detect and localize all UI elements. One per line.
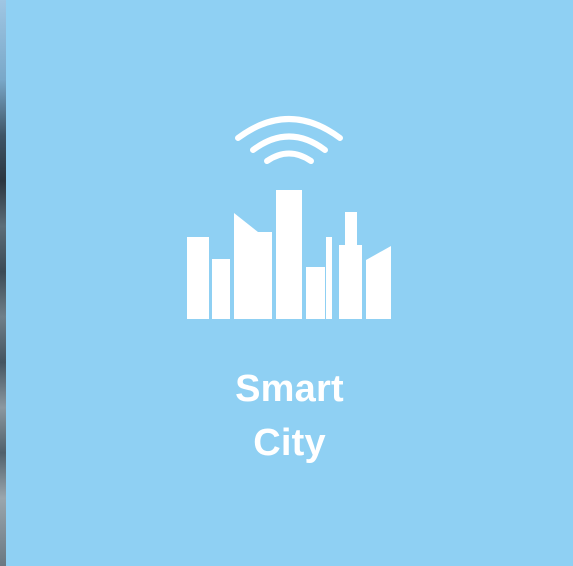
page: Smart City [0,0,573,566]
wifi-arc-inner [264,150,314,164]
wifi-arc-middle [250,133,328,153]
building-8 [366,246,391,319]
building-3 [234,213,272,319]
city-skyline-icon [187,190,391,319]
smart-city-logo-icon [187,116,391,319]
building-7-spire [345,212,357,252]
tile-title-line2: City [253,422,326,464]
tile-title: Smart City [6,362,573,470]
building-6-antenna [326,237,332,319]
building-2 [212,259,230,319]
building-4 [276,190,302,319]
building-5 [306,267,325,319]
building-7 [339,245,362,319]
building-1 [187,237,209,319]
wifi-signal-icon [235,116,343,164]
tile-title-line1: Smart [235,368,344,410]
